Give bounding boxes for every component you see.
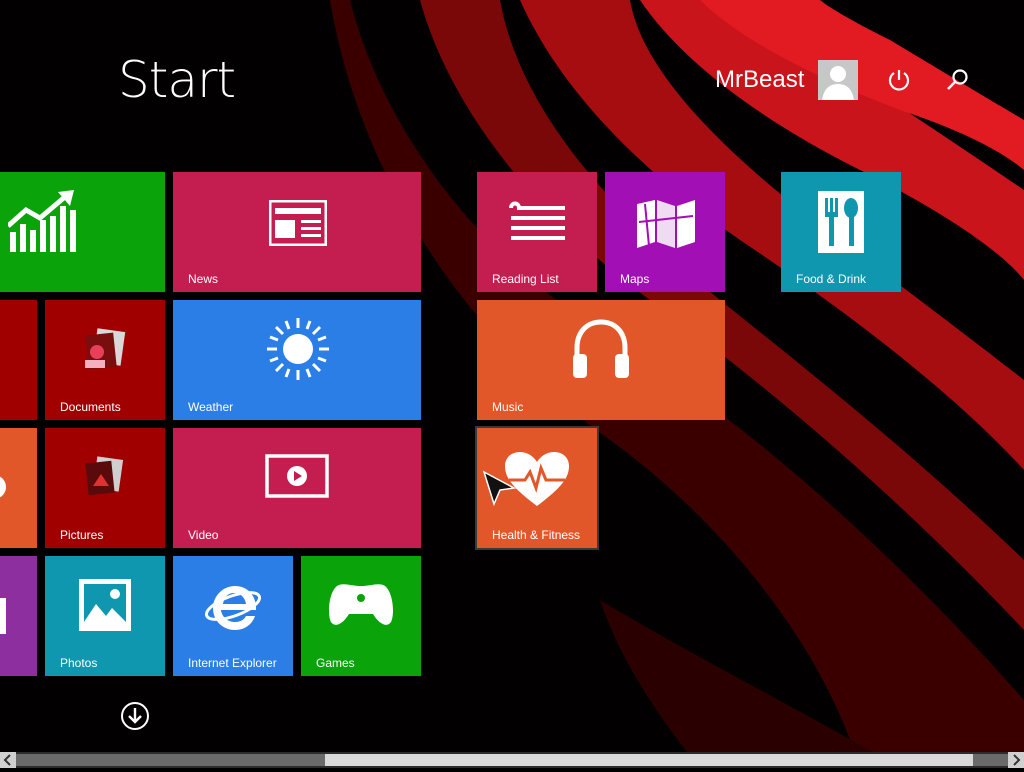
maps-icon xyxy=(637,200,695,248)
tile-photos[interactable]: Photos xyxy=(45,556,165,676)
internet-explorer-icon xyxy=(204,586,262,630)
headphones-icon xyxy=(573,319,629,378)
tile-label: Maps xyxy=(620,272,650,286)
user-name[interactable]: MrBeast xyxy=(715,64,804,96)
tile-video[interactable]: Video xyxy=(173,428,421,548)
reading-list-icon xyxy=(509,201,565,240)
tile-food-drink[interactable]: Food & Drink xyxy=(781,172,901,292)
tile-maps[interactable]: Maps xyxy=(605,172,725,292)
tile-label: Food & Drink xyxy=(796,272,867,286)
tile-music[interactable]: Music xyxy=(477,300,725,420)
tile-internet-explorer[interactable]: Internet Explorer xyxy=(173,556,293,676)
game-controller-icon xyxy=(329,584,393,625)
search-icon[interactable] xyxy=(944,66,972,94)
tile-label: Health & Fitness xyxy=(492,528,581,542)
mouse-cursor-icon xyxy=(482,470,516,506)
arrow-down-circle-icon[interactable] xyxy=(120,701,150,731)
tile-games[interactable]: Games xyxy=(301,556,421,676)
chevron-right-icon xyxy=(1013,754,1021,766)
tile-reading-list[interactable]: Reading List xyxy=(477,172,597,292)
pictures-folder-icon xyxy=(85,456,124,496)
tile-news[interactable]: News xyxy=(173,172,421,292)
tile-label: Video xyxy=(188,528,219,542)
scroll-right-button[interactable] xyxy=(1008,752,1024,768)
tile-label: Reading List xyxy=(492,272,559,286)
tile-documents[interactable]: Documents xyxy=(45,300,165,420)
tile-finance[interactable] xyxy=(0,172,165,292)
scroll-thumb[interactable] xyxy=(325,754,973,766)
horizontal-scrollbar[interactable] xyxy=(0,752,1024,768)
tile-weather[interactable]: Weather xyxy=(173,300,421,420)
page-title: Start xyxy=(118,51,236,109)
power-icon[interactable] xyxy=(885,66,913,94)
food-drink-icon xyxy=(818,191,864,253)
scroll-left-button[interactable] xyxy=(0,752,16,768)
finance-chart-icon xyxy=(8,190,76,252)
news-icon xyxy=(269,200,327,246)
partial-icon xyxy=(0,598,6,634)
chevron-left-icon xyxy=(3,754,11,766)
tile-partial-orange[interactable] xyxy=(0,428,37,548)
tile-label: Internet Explorer xyxy=(188,656,277,670)
tile-partial-violet[interactable] xyxy=(0,556,37,676)
tile-label: Music xyxy=(492,400,524,414)
tile-label: Weather xyxy=(188,400,234,414)
tile-label: Games xyxy=(316,656,355,670)
user-silhouette-icon xyxy=(822,66,854,100)
tile-partial-red[interactable] xyxy=(0,300,37,420)
tile-label: Photos xyxy=(60,656,98,670)
documents-folder-icon xyxy=(85,328,126,370)
avatar[interactable] xyxy=(818,60,858,100)
tile-pictures[interactable]: Pictures xyxy=(45,428,165,548)
tile-label: Pictures xyxy=(60,528,104,542)
sun-icon xyxy=(267,318,329,380)
photos-icon xyxy=(79,579,131,631)
video-play-icon xyxy=(265,454,329,498)
partial-circle-icon xyxy=(0,476,6,498)
tile-label: Documents xyxy=(60,400,121,414)
tile-label: News xyxy=(188,272,219,286)
